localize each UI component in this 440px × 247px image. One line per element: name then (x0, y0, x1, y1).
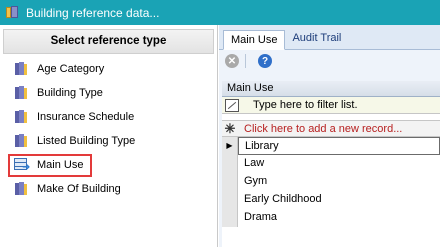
table-row[interactable]: Law (222, 154, 440, 173)
ref-item-label: Listed Building Type (37, 135, 136, 147)
current-row-arrow-icon: ▶ (222, 136, 238, 155)
tab-strip: Main Use Audit Trail (219, 25, 440, 50)
delete-icon[interactable]: ✕ (225, 54, 239, 68)
books-icon (14, 134, 30, 148)
ref-item-label: Make Of Building (37, 183, 121, 195)
ref-item-insurance-schedule[interactable]: Insurance Schedule (0, 105, 217, 129)
reference-type-header: Select reference type (3, 29, 214, 54)
ref-item-label: Age Category (37, 63, 105, 75)
grid-rows: ▶ Library Law Gym Early Childhood Drama (222, 136, 440, 227)
table-edit-icon: ➜ (14, 158, 30, 173)
books-icon (14, 62, 30, 76)
books-app-icon (6, 6, 19, 19)
reference-type-list: Age Category Building Type Insurance Sch… (0, 57, 217, 201)
add-record-row[interactable]: ✳ Click here to add a new record... (222, 120, 440, 137)
ref-item-label: Building Type (37, 87, 103, 99)
add-record-label[interactable]: Click here to add a new record... (238, 123, 402, 135)
ref-item-label: Insurance Schedule (37, 111, 135, 123)
filter-row[interactable]: Type here to filter list. (222, 97, 440, 114)
cell-main-use[interactable]: Library (238, 136, 440, 155)
grid-toolbar: ✕ ? (219, 50, 440, 72)
row-selector[interactable] (222, 154, 238, 173)
table-row[interactable]: Drama (222, 208, 440, 227)
new-record-icon: ✳ (224, 120, 236, 136)
column-header-main-use[interactable]: Main Use (222, 81, 440, 97)
row-selector[interactable] (222, 208, 238, 227)
tab-main-use[interactable]: Main Use (223, 30, 286, 50)
ref-item-building-type[interactable]: Building Type (0, 81, 217, 105)
help-icon[interactable]: ? (258, 54, 272, 68)
window-titlebar: Building reference data... (0, 0, 440, 25)
detail-panel: Main Use Audit Trail ✕ ? Main Use Type h… (219, 25, 440, 247)
cell-main-use[interactable]: Gym (238, 172, 440, 191)
books-icon (14, 182, 30, 196)
ref-item-listed-building-type[interactable]: Listed Building Type (0, 129, 217, 153)
ref-item-make-of-building[interactable]: Make Of Building (0, 177, 217, 201)
toolbar-separator (245, 54, 246, 68)
table-row[interactable]: Gym (222, 172, 440, 191)
ref-item-age-category[interactable]: Age Category (0, 57, 217, 81)
books-icon (14, 86, 30, 100)
main-use-grid: Main Use Type here to filter list. ✳ Cli… (222, 81, 440, 247)
cell-main-use[interactable]: Drama (238, 208, 440, 227)
cell-main-use[interactable]: Law (238, 154, 440, 173)
filter-input[interactable]: Type here to filter list. (243, 99, 358, 111)
reference-type-panel: Select reference type Age Category Build… (0, 25, 218, 247)
table-row[interactable]: Early Childhood (222, 190, 440, 209)
ref-item-main-use[interactable]: ➜ Main Use (0, 153, 217, 177)
row-selector[interactable] (222, 190, 238, 209)
window-title: Building reference data... (26, 5, 160, 20)
table-row[interactable]: ▶ Library (222, 136, 440, 155)
filter-icon (225, 98, 239, 112)
cell-main-use[interactable]: Early Childhood (238, 190, 440, 209)
tab-audit-trail[interactable]: Audit Trail (285, 29, 348, 49)
books-icon (14, 110, 30, 124)
row-selector[interactable] (222, 172, 238, 191)
